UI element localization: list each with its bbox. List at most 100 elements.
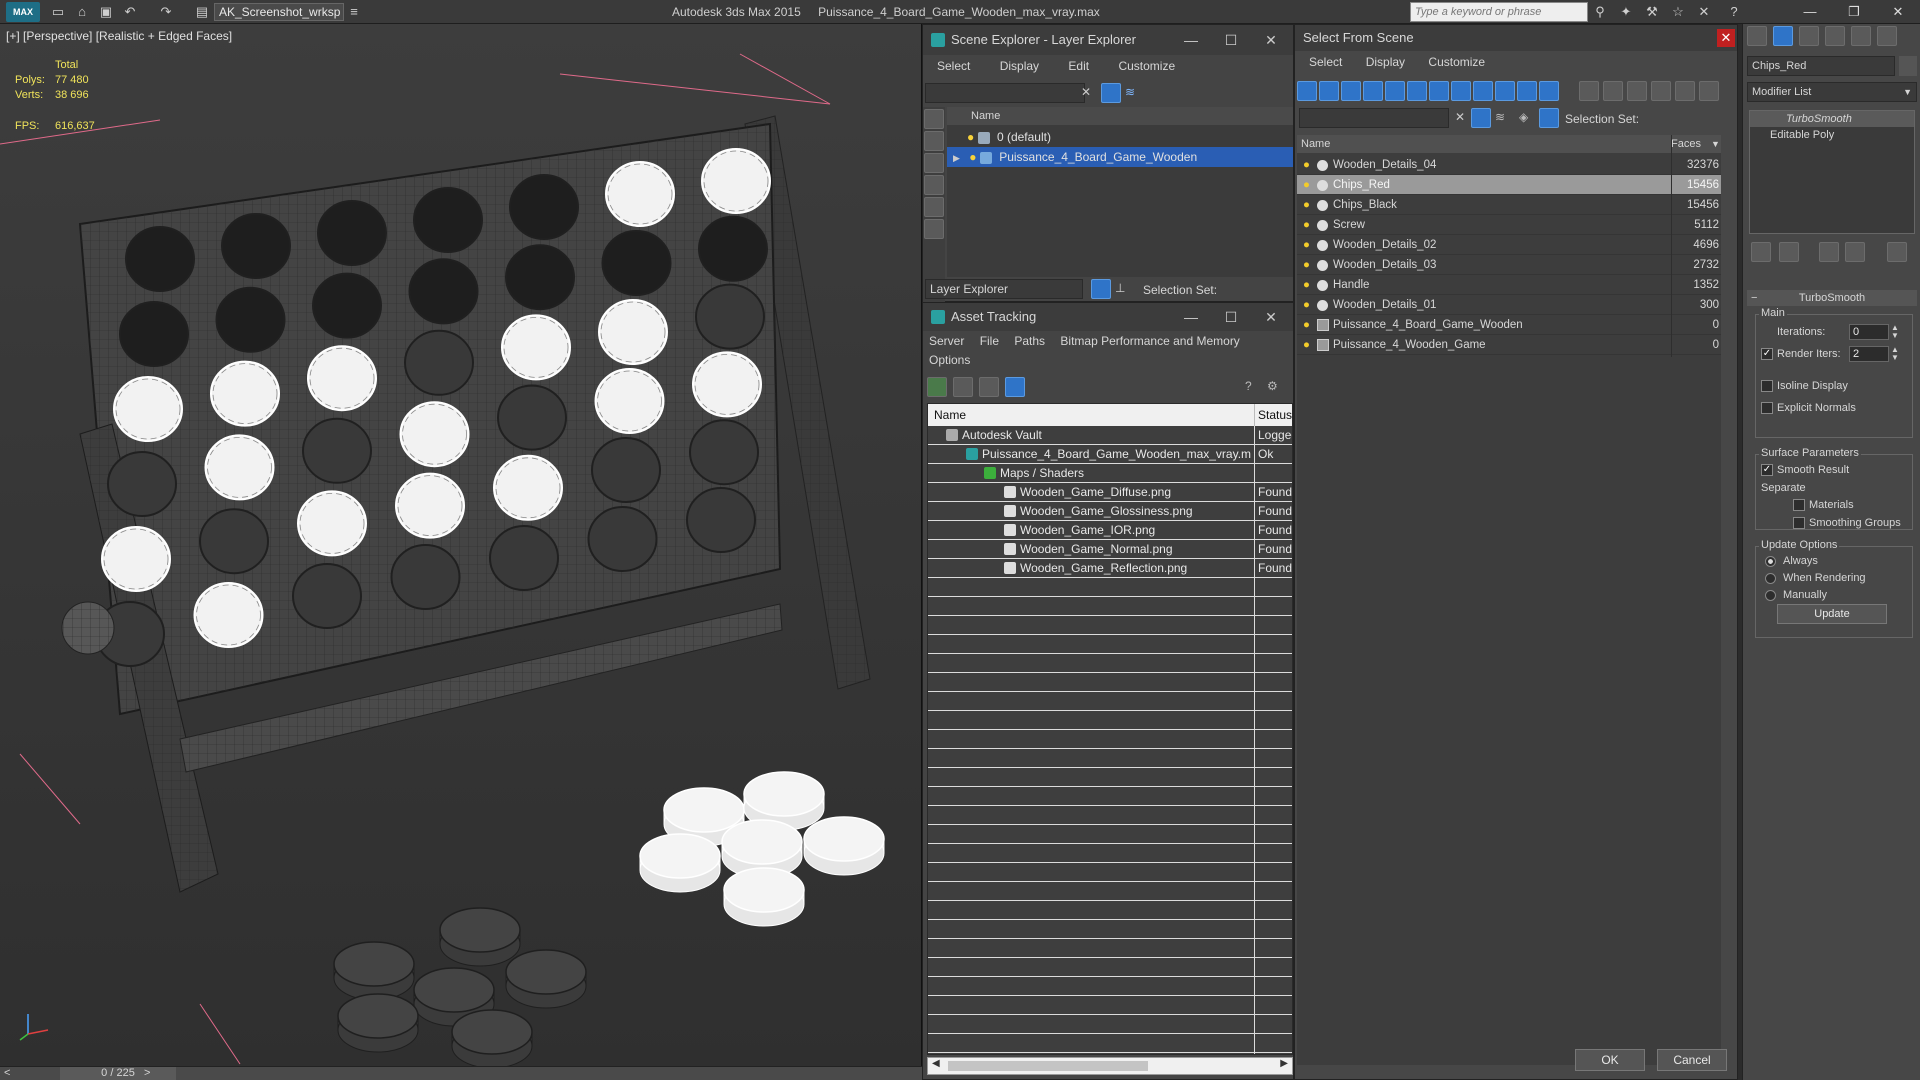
bones-filter-icon[interactable] (1539, 81, 1559, 101)
exchange-icon[interactable]: ✕ (1696, 4, 1712, 20)
thumbnail-view-icon[interactable] (979, 377, 999, 397)
asset-row[interactable]: Wooden_Game_IOR.png Found (928, 521, 1292, 540)
render-iters-spinner-arrows-icon[interactable]: ▲ ▼ (1891, 346, 1899, 362)
update-when-rendering-radio[interactable] (1765, 573, 1776, 584)
light-bulb-icon[interactable]: ● (1303, 215, 1310, 235)
search-input[interactable]: Type a keyword or phrase (1410, 2, 1588, 22)
isoline-display-checkbox[interactable] (1761, 380, 1773, 392)
open-file-icon[interactable]: ⌂ (74, 4, 90, 20)
favorites-star-icon[interactable]: ☆ (1670, 4, 1686, 20)
light-bulb-icon[interactable]: ● (1303, 335, 1310, 355)
cancel-button[interactable]: Cancel (1657, 1049, 1727, 1071)
render-iters-checkbox[interactable]: ✓ (1761, 348, 1773, 360)
minimize-icon[interactable]: — (1171, 303, 1211, 331)
clear-search-icon[interactable]: ✕ (1081, 85, 1091, 99)
iterations-spinner[interactable]: 0 (1849, 324, 1889, 340)
layers-icon[interactable]: ◈ (1519, 110, 1528, 124)
sort-down-icon[interactable]: ▼ (1711, 135, 1720, 153)
column-name[interactable]: Name (1301, 135, 1330, 153)
smooth-result-checkbox[interactable]: ✓ (1761, 464, 1773, 476)
filter-icon[interactable] (1101, 83, 1121, 103)
create-tab-icon[interactable] (1747, 26, 1767, 46)
layer-view-icon[interactable] (1091, 279, 1111, 299)
redo-icon[interactable]: ↷ (158, 4, 174, 20)
update-button[interactable]: Update (1777, 604, 1887, 624)
update-manually-radio[interactable] (1765, 590, 1776, 601)
show-end-result-icon[interactable] (1779, 242, 1799, 262)
light-bulb-icon[interactable]: ● (967, 130, 974, 144)
hierarchy-tab-icon[interactable] (1799, 26, 1819, 46)
modifier-list-dropdown[interactable]: Modifier List ▼ (1747, 82, 1917, 102)
prev-frame-button[interactable]: < (4, 1067, 10, 1080)
help-icon[interactable]: ? (1245, 379, 1252, 393)
close-icon[interactable]: ✕ (1717, 29, 1735, 47)
layer-row-puissance[interactable]: ▶ ● Puissance_4_Board_Game_Wooden (947, 147, 1293, 167)
menu-bitmap-performance[interactable]: Bitmap Performance and Memory (1060, 334, 1239, 348)
filter-icon[interactable] (1471, 108, 1491, 128)
light-bulb-icon[interactable]: ● (1303, 155, 1310, 175)
column-name[interactable]: Name (934, 404, 966, 426)
object-row[interactable]: ● Wooden_Details_01 300 (1297, 295, 1721, 315)
object-row[interactable]: ● Wooden_Details_04 32376 (1297, 155, 1721, 175)
menu-select[interactable]: Select (937, 59, 970, 73)
tools-icon[interactable]: ✦ (1618, 4, 1634, 20)
display-tab-icon[interactable] (1851, 26, 1871, 46)
display-geometry-icon[interactable] (924, 109, 944, 129)
stack-item-turbosmooth[interactable]: TurboSmooth (1750, 111, 1914, 127)
remove-modifier-icon[interactable] (1845, 242, 1865, 262)
minimize-icon[interactable]: — (1790, 0, 1830, 24)
save-file-icon[interactable]: ▣ (98, 4, 114, 20)
helpers-filter-icon[interactable] (1451, 81, 1471, 101)
explicit-normals-checkbox[interactable] (1761, 402, 1773, 414)
ok-button[interactable]: OK (1575, 1049, 1645, 1071)
cameras-filter-icon[interactable] (1429, 81, 1449, 101)
light-bulb-icon[interactable]: ● (1303, 315, 1310, 335)
light-bulb-icon[interactable]: ● (1303, 295, 1310, 315)
display-helpers-icon[interactable] (924, 197, 944, 217)
hierarchy-icon[interactable] (1539, 108, 1559, 128)
asset-row[interactable]: Wooden_Game_Diffuse.png Found (928, 483, 1292, 502)
modify-tab-icon[interactable] (1773, 26, 1793, 46)
menu-display[interactable]: Display (1366, 55, 1405, 69)
select-search-input[interactable] (1299, 108, 1449, 128)
column-status[interactable]: Status (1258, 404, 1292, 426)
close-icon[interactable]: ✕ (1878, 0, 1918, 24)
subscription-icon[interactable]: ⚒ (1644, 4, 1660, 20)
binoculars-icon[interactable]: ⚲ (1592, 4, 1608, 20)
object-row[interactable]: ● Wooden_Details_02 4696 (1297, 235, 1721, 255)
object-row[interactable]: ● Puissance_4_Wooden_Game 0 (1297, 335, 1721, 355)
menu-options[interactable]: Options (929, 353, 970, 367)
asset-row[interactable]: Wooden_Game_Reflection.png Found (928, 559, 1292, 578)
light-bulb-icon[interactable]: ● (1303, 255, 1310, 275)
undo-icon[interactable]: ↶ (122, 4, 138, 20)
shapes-filter-icon[interactable] (1385, 81, 1405, 101)
restore-icon[interactable]: ❐ (1834, 0, 1874, 24)
object-row[interactable]: ● Chips_Black 15456 (1297, 195, 1721, 215)
menu-file[interactable]: File (980, 334, 999, 348)
expand-arrow-icon[interactable]: ▶ (953, 153, 960, 163)
object-row[interactable]: ● Puissance_4_Board_Game_Wooden 0 (1297, 315, 1721, 335)
scene-explorer-search-input[interactable] (925, 83, 1085, 103)
next-frame-button[interactable]: > (144, 1067, 150, 1080)
list-view-icon[interactable] (953, 377, 973, 397)
workspace-dropdown[interactable]: AK_Screenshot_wrksp (214, 3, 344, 21)
display-none-icon[interactable] (1319, 81, 1339, 101)
turbosmooth-rollout-header[interactable]: − TurboSmooth (1747, 290, 1917, 306)
select-none-icon[interactable] (1603, 81, 1623, 101)
restore-icon[interactable]: ☐ (1211, 303, 1251, 331)
pin-stack-icon[interactable] (1751, 242, 1771, 262)
perspective-viewport[interactable]: [+] [Perspective] [Realistic + Edged Fac… (0, 24, 922, 1066)
display-shapes-icon[interactable] (924, 131, 944, 151)
hierarchy-icon[interactable]: ⊥ (1115, 281, 1125, 295)
horizontal-scrollbar[interactable]: ◀ ▶ (927, 1057, 1293, 1075)
close-icon[interactable]: ✕ (1251, 25, 1291, 55)
table-view-icon[interactable] (1005, 377, 1025, 397)
app-logo[interactable]: MAX (6, 2, 40, 22)
column-faces[interactable]: Faces (1671, 135, 1701, 153)
menu-edit[interactable]: Edit (1068, 59, 1089, 73)
geometry-filter-icon[interactable] (1363, 81, 1383, 101)
select-invert-icon[interactable] (1627, 81, 1647, 101)
minimize-icon[interactable]: — (1171, 25, 1211, 55)
asset-row[interactable]: Autodesk Vault Logged (928, 426, 1292, 445)
menu-display[interactable]: Display (1000, 59, 1039, 73)
